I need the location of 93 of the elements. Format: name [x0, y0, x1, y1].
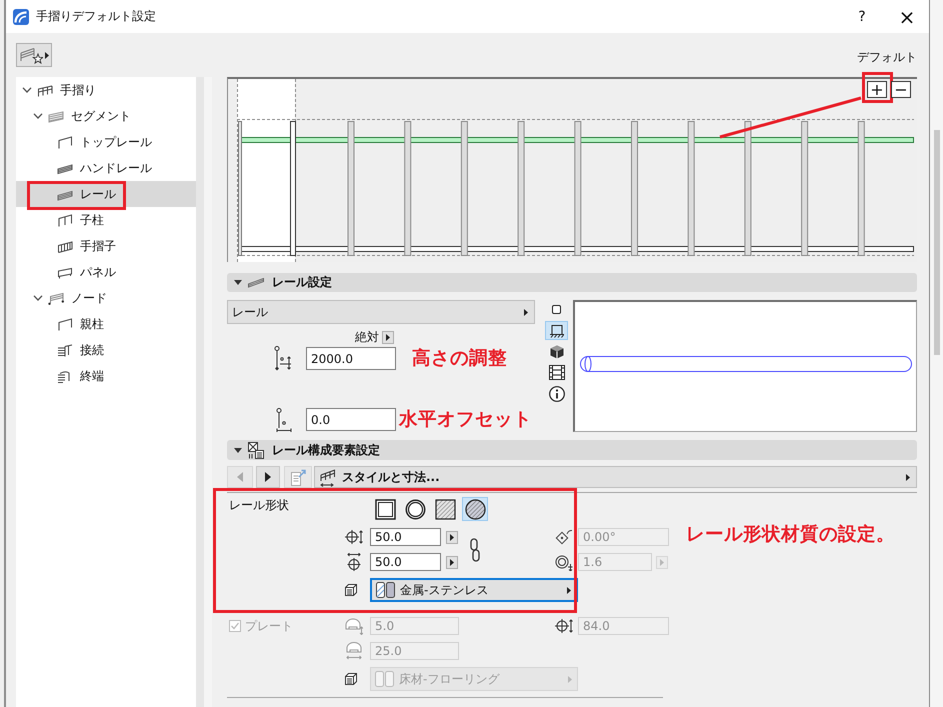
annotation-note: 水平オフセット	[399, 408, 532, 430]
tree-item[interactable]: 接続	[16, 337, 196, 363]
section-title: レール構成要素設定	[272, 442, 380, 458]
concentric-circles-icon	[555, 553, 573, 571]
zoom-out-button[interactable]: −	[891, 81, 911, 98]
node-icon	[48, 292, 64, 304]
section-title: レール設定	[272, 274, 332, 291]
material-swatch-icon	[376, 582, 396, 598]
rail-segment-icon	[48, 110, 64, 122]
square-icon	[552, 305, 561, 314]
newel-post-icon	[57, 318, 73, 330]
help-button[interactable]: ?	[839, 0, 885, 33]
material-dropdown[interactable]: 金属-ステンレス	[370, 578, 578, 602]
film-strip-icon	[548, 365, 564, 380]
annotation-note: レール形状材質の設定。	[686, 524, 895, 546]
app-icon	[13, 8, 29, 24]
dome-width-icon	[345, 642, 363, 660]
left-arrow-icon	[237, 472, 243, 482]
tree-item[interactable]: ノード	[16, 285, 196, 311]
profile-button[interactable]	[462, 497, 488, 521]
chain-link-icon	[470, 538, 480, 562]
rail-icon	[248, 278, 264, 288]
hatched-square-icon	[434, 498, 456, 520]
tree-item[interactable]: レール	[16, 181, 196, 207]
settings-page-dropdown[interactable]: スタイルと寸法...	[314, 466, 917, 488]
tree-item[interactable]: 手摺り	[16, 77, 196, 103]
document-arrow-icon	[290, 468, 306, 486]
elevation-view-button[interactable]	[545, 321, 568, 340]
menu-button[interactable]	[446, 530, 458, 544]
cube-icon	[550, 344, 564, 358]
width-field[interactable]: 50.0	[370, 528, 441, 546]
caret-icon	[906, 474, 910, 480]
caret-icon	[524, 308, 528, 316]
crosshair-icon	[555, 617, 573, 635]
elevation-marker-icon	[274, 346, 292, 371]
tree-item[interactable]: パネル	[16, 259, 196, 285]
scrollbar-thumb[interactable]	[934, 130, 940, 355]
component-table-icon	[248, 442, 264, 458]
right-arrow-icon	[265, 472, 271, 482]
railing-star-icon	[20, 46, 42, 64]
caret-icon	[568, 676, 572, 682]
annotation-note: 高さの調整	[412, 348, 507, 370]
reference-label: 絶対	[355, 328, 379, 346]
tree-item[interactable]: 手摺子	[16, 233, 196, 259]
material-swatch-icon	[375, 671, 395, 687]
favorites-button[interactable]	[16, 43, 52, 67]
checkbox-label: プレート	[245, 618, 293, 634]
tree-item[interactable]: セグメント	[16, 103, 196, 129]
caret-icon	[567, 586, 571, 594]
caret-icon	[386, 334, 390, 340]
caret-icon	[44, 52, 48, 58]
tree-item[interactable]: トップレール	[16, 129, 196, 155]
next-button[interactable]	[256, 466, 280, 488]
offset-field[interactable]: 0.0	[306, 408, 396, 431]
joint-icon	[57, 344, 73, 356]
crosshair-icon	[345, 553, 363, 571]
info-icon	[548, 386, 564, 402]
box-icon	[345, 584, 357, 596]
railing-icon	[37, 84, 53, 96]
box-icon	[345, 673, 357, 685]
elevation-icon	[548, 324, 564, 338]
hatched-circle-icon	[464, 498, 486, 520]
tree-item[interactable]: ハンドレール	[16, 155, 196, 181]
dome-arrow-icon	[345, 617, 363, 635]
rotated-square-icon	[555, 528, 573, 546]
tree-item[interactable]: 終端	[16, 363, 196, 389]
tree-item[interactable]: 子柱	[16, 207, 196, 233]
section-header[interactable]: レール設定	[227, 273, 917, 292]
zoom-in-button[interactable]: +	[867, 81, 887, 98]
field-label: レール形状	[228, 497, 290, 514]
baluster-icon	[57, 240, 73, 252]
caret-icon	[450, 558, 454, 566]
handrail-icon	[57, 162, 73, 174]
caret-icon	[660, 558, 664, 566]
post-icon	[57, 214, 73, 226]
section-header[interactable]: レール構成要素設定	[227, 440, 917, 460]
crosshair-icon	[345, 528, 363, 546]
rail-type-dropdown[interactable]: レール	[227, 300, 535, 324]
height-field[interactable]: 2000.0	[306, 347, 396, 370]
reference-menu-button[interactable]	[382, 330, 394, 344]
window-title: 手摺りデフォルト設定	[36, 8, 157, 25]
caret-icon	[450, 534, 454, 540]
height-field[interactable]: 50.0	[370, 553, 441, 571]
close-button[interactable]: ×	[885, 0, 929, 33]
offset-marker-icon	[276, 408, 292, 432]
panel-icon	[57, 266, 73, 278]
tree-item[interactable]: 親柱	[16, 311, 196, 337]
railing-dimension-icon	[320, 467, 338, 487]
top-rail-icon	[57, 136, 73, 148]
square-profile-icon	[374, 498, 396, 520]
menu-button[interactable]	[446, 556, 458, 568]
preset-name: デフォルト	[857, 49, 917, 66]
circle-profile-icon	[404, 498, 426, 520]
